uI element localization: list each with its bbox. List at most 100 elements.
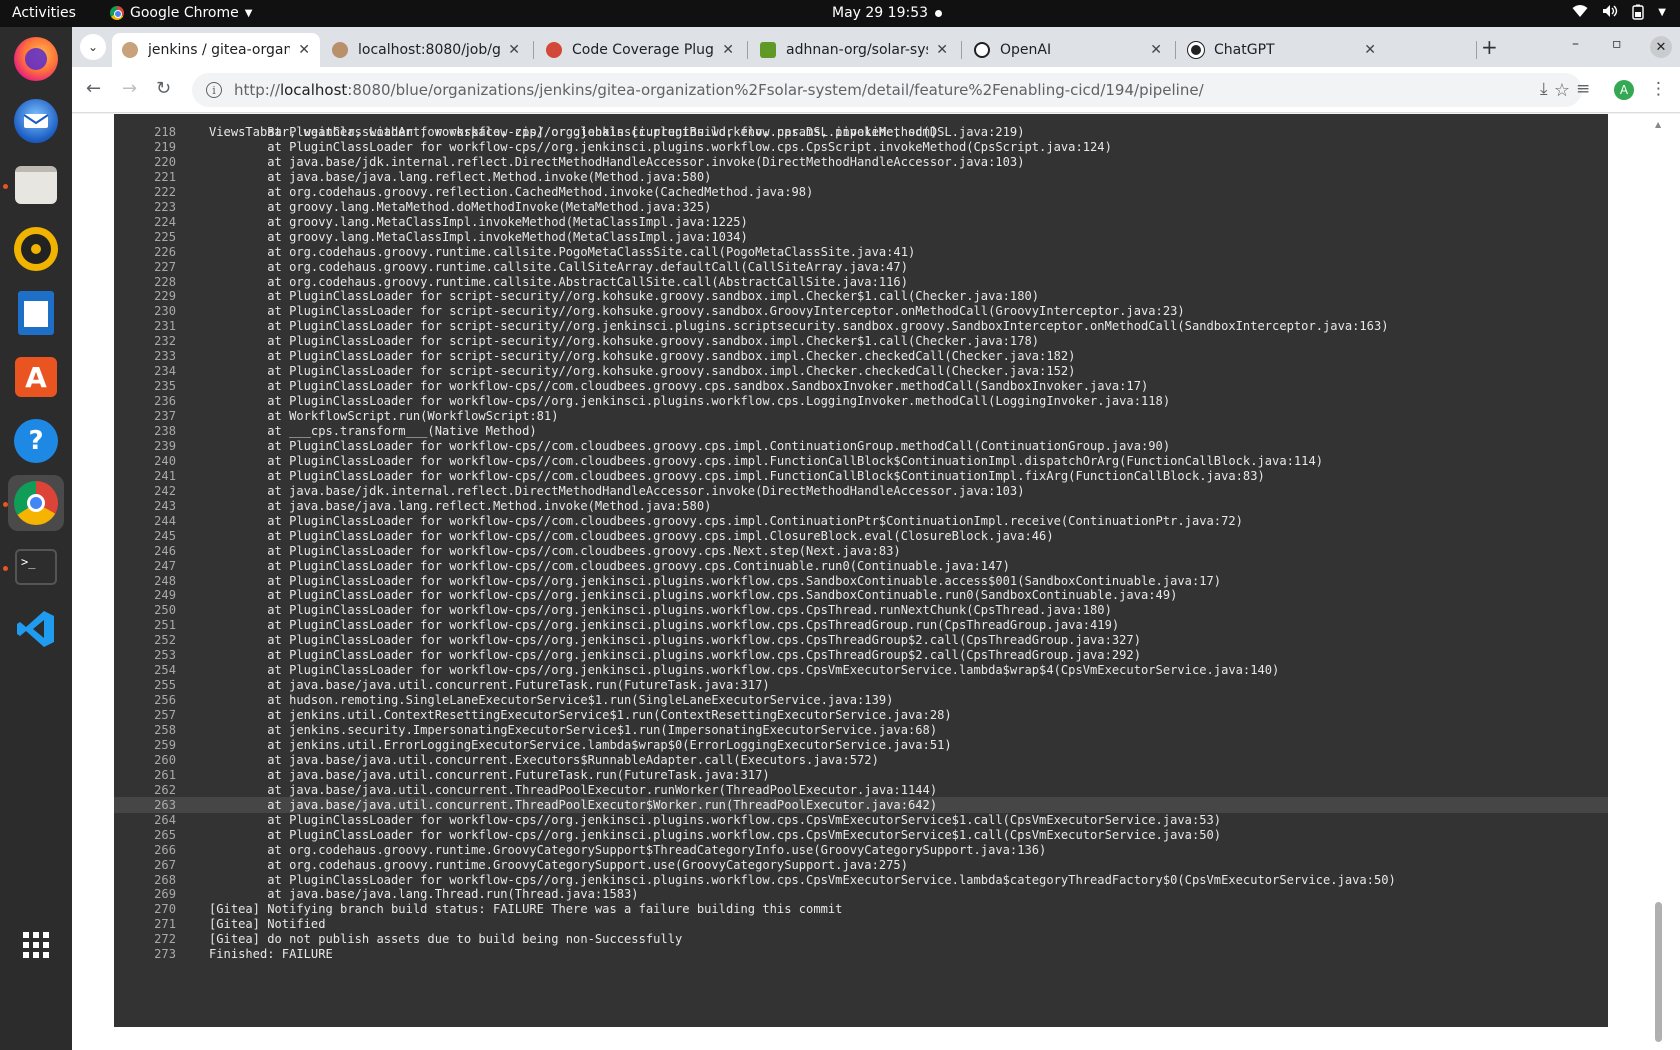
- minimize-button[interactable]: –: [1572, 36, 1579, 52]
- close-icon[interactable]: ✕: [936, 42, 948, 58]
- tab-search-button[interactable]: ⌄: [80, 34, 106, 60]
- line-number[interactable]: 229: [114, 288, 176, 304]
- line-number[interactable]: 259: [114, 737, 176, 753]
- line-number[interactable]: 240: [114, 453, 176, 469]
- line-number[interactable]: 264: [114, 812, 176, 828]
- line-number[interactable]: 252: [114, 632, 176, 648]
- line-number[interactable]: 238: [114, 423, 176, 439]
- dock-thunderbird[interactable]: [8, 93, 64, 149]
- line-number[interactable]: 269: [114, 886, 176, 902]
- dock-help[interactable]: ?: [8, 413, 64, 469]
- line-number[interactable]: 261: [114, 767, 176, 783]
- line-number[interactable]: 273: [114, 946, 176, 962]
- close-icon[interactable]: ✕: [1150, 42, 1162, 58]
- maximize-button[interactable]: ▫: [1612, 36, 1622, 52]
- line-number[interactable]: 251: [114, 617, 176, 633]
- line-number[interactable]: 258: [114, 722, 176, 738]
- line-number[interactable]: 235: [114, 378, 176, 394]
- new-tab-button[interactable]: +: [1481, 35, 1498, 59]
- back-button[interactable]: ←: [86, 78, 101, 99]
- tab-jenkins[interactable]: jenkins / gitea-organizat ✕: [112, 33, 320, 67]
- line-number[interactable]: 247: [114, 558, 176, 574]
- dock-terminal[interactable]: >_: [8, 539, 64, 595]
- close-icon[interactable]: ✕: [722, 42, 734, 58]
- line-number[interactable]: 234: [114, 363, 176, 379]
- line-number[interactable]: 220: [114, 154, 176, 170]
- line-number[interactable]: 233: [114, 348, 176, 364]
- line-number[interactable]: 222: [114, 184, 176, 200]
- line-number[interactable]: 262: [114, 782, 176, 798]
- line-number[interactable]: 267: [114, 857, 176, 873]
- line-number[interactable]: 271: [114, 916, 176, 932]
- line-number[interactable]: 221: [114, 169, 176, 185]
- tab-openai[interactable]: OpenAI ✕: [964, 33, 1172, 67]
- line-number[interactable]: 241: [114, 468, 176, 484]
- line-number[interactable]: 257: [114, 707, 176, 723]
- dock-app-center[interactable]: A: [8, 349, 64, 405]
- system-tray[interactable]: ▼: [1572, 4, 1666, 24]
- close-icon[interactable]: ✕: [1364, 42, 1376, 58]
- dock-files[interactable]: [8, 157, 64, 213]
- reload-button[interactable]: ↻: [156, 78, 171, 99]
- line-number[interactable]: 219: [114, 139, 176, 155]
- console-log[interactable]: ViewsTabBar, weather, withAnt, workspace…: [114, 114, 1608, 1027]
- address-bar[interactable]: i http://localhost:8080/blue/organizatio…: [192, 73, 1582, 107]
- line-number[interactable]: 255: [114, 677, 176, 693]
- line-number[interactable]: 245: [114, 528, 176, 544]
- line-number[interactable]: 231: [114, 318, 176, 334]
- line-number[interactable]: 226: [114, 244, 176, 260]
- line-number[interactable]: 272: [114, 931, 176, 947]
- line-number[interactable]: 268: [114, 872, 176, 888]
- line-number[interactable]: 244: [114, 513, 176, 529]
- line-number[interactable]: 256: [114, 692, 176, 708]
- bookmark-star-icon[interactable]: ☆: [1554, 80, 1570, 101]
- line-number[interactable]: 250: [114, 602, 176, 618]
- line-number[interactable]: 230: [114, 303, 176, 319]
- line-number[interactable]: 223: [114, 199, 176, 215]
- dock-chrome[interactable]: [8, 475, 64, 531]
- line-number[interactable]: 236: [114, 393, 176, 409]
- line-number[interactable]: 263: [114, 797, 176, 813]
- tab-chatgpt[interactable]: ChatGPT ✕: [1178, 33, 1386, 67]
- line-number[interactable]: 242: [114, 483, 176, 499]
- line-number[interactable]: 225: [114, 229, 176, 245]
- activities-button[interactable]: Activities: [12, 5, 76, 21]
- line-number[interactable]: 218: [114, 124, 176, 140]
- forward-button[interactable]: →: [122, 78, 137, 99]
- media-queue-icon[interactable]: ≡: [1576, 79, 1590, 99]
- dock-writer[interactable]: [8, 285, 64, 341]
- close-icon[interactable]: ✕: [298, 42, 310, 58]
- dock-firefox[interactable]: [8, 31, 64, 87]
- line-number[interactable]: 224: [114, 214, 176, 230]
- scroll-up-icon[interactable]: ▲: [1655, 120, 1661, 129]
- line-number[interactable]: 249: [114, 587, 176, 603]
- line-number[interactable]: 253: [114, 647, 176, 663]
- site-info-icon[interactable]: i: [206, 82, 222, 98]
- scrollbar-thumb[interactable]: [1655, 902, 1662, 1042]
- clock[interactable]: May 29 19:53: [832, 5, 928, 21]
- download-icon[interactable]: ⤓: [1540, 79, 1548, 99]
- line-number[interactable]: 239: [114, 438, 176, 454]
- line-number[interactable]: 227: [114, 259, 176, 275]
- line-number[interactable]: 266: [114, 842, 176, 858]
- line-number[interactable]: 260: [114, 752, 176, 768]
- profile-avatar[interactable]: A: [1614, 80, 1634, 100]
- page-scrollbar[interactable]: ▲: [1652, 114, 1666, 1050]
- line-number[interactable]: 232: [114, 333, 176, 349]
- line-number[interactable]: 228: [114, 274, 176, 290]
- line-number[interactable]: 246: [114, 543, 176, 559]
- line-number[interactable]: 243: [114, 498, 176, 514]
- app-menu[interactable]: Google Chrome ▼: [110, 5, 252, 21]
- tab-localhost-job[interactable]: localhost:8080/job/gite ✕: [322, 33, 530, 67]
- window-close-button[interactable]: ✕: [1650, 36, 1672, 58]
- close-icon[interactable]: ✕: [508, 42, 520, 58]
- dock-show-apps[interactable]: [8, 917, 64, 973]
- dock-vscode[interactable]: [8, 603, 64, 659]
- line-number[interactable]: 237: [114, 408, 176, 424]
- kebab-menu-icon[interactable]: ⋮: [1650, 79, 1667, 99]
- line-number[interactable]: 248: [114, 573, 176, 589]
- line-number[interactable]: 265: [114, 827, 176, 843]
- tab-gitea-repo[interactable]: adhnan-org/solar-syste ✕: [750, 33, 958, 67]
- dock-rhythmbox[interactable]: [8, 221, 64, 277]
- line-number[interactable]: 254: [114, 662, 176, 678]
